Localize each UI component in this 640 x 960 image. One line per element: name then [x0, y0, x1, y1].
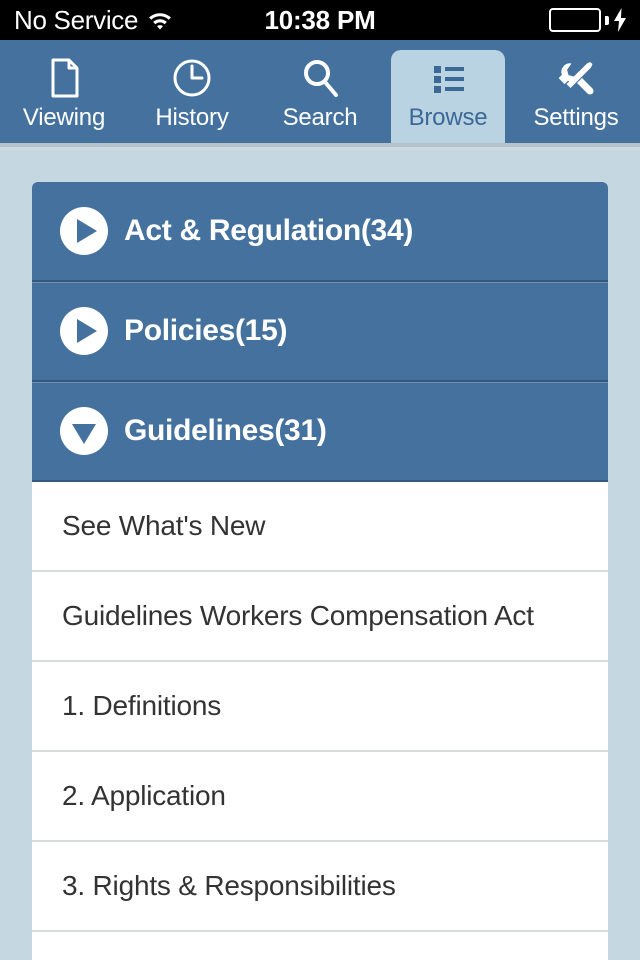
clock-icon: [168, 54, 216, 102]
group-title-act-regulation: Act & Regulation(34): [124, 214, 414, 247]
list-item[interactable]: 3. Rights & Responsibilities: [32, 842, 608, 932]
status-bar: No Service 10:38 PM: [0, 0, 640, 40]
status-bar-clock: 10:38 PM: [0, 0, 640, 40]
list-item[interactable]: Guidelines Workers Compensation Act: [32, 572, 608, 662]
tab-viewing[interactable]: Viewing: [0, 40, 128, 143]
magnifier-icon: [296, 54, 344, 102]
list-item-partial[interactable]: [32, 932, 608, 960]
tab-label-browse: Browse: [408, 104, 488, 131]
tab-search[interactable]: Search: [256, 40, 384, 143]
tab-label-viewing: Viewing: [22, 104, 106, 131]
browse-card: Act & Regulation(34) Policies(15) Guidel…: [32, 182, 608, 960]
tools-icon: [552, 54, 600, 102]
list-item[interactable]: See What's New: [32, 482, 608, 572]
tab-history[interactable]: History: [128, 40, 256, 143]
tab-label-history: History: [155, 104, 229, 131]
tab-label-settings: Settings: [533, 104, 619, 131]
tab-label-search: Search: [282, 104, 358, 131]
list-item[interactable]: 2. Application: [32, 752, 608, 842]
app-root: No Service 10:38 PM Viewing History Sear…: [0, 0, 640, 960]
clock-label: 10:38 PM: [264, 4, 376, 35]
battery-full-icon: [549, 8, 601, 32]
group-header-act-regulation[interactable]: Act & Regulation(34): [32, 182, 608, 282]
document-icon: [40, 54, 88, 102]
tab-bar: Viewing History Search Browse Settings: [0, 40, 640, 143]
lightning-bolt-icon: [612, 8, 628, 32]
group-header-policies[interactable]: Policies(15): [32, 282, 608, 382]
list-icon: [424, 54, 472, 102]
triangle-down-icon: [60, 407, 108, 455]
status-bar-right: [549, 0, 628, 40]
play-triangle-right-icon: [60, 307, 108, 355]
group-title-guidelines: Guidelines(31): [124, 414, 327, 447]
guidelines-list: See What's New Guidelines Workers Compen…: [32, 482, 608, 960]
browse-content: Act & Regulation(34) Policies(15) Guidel…: [0, 150, 640, 960]
play-triangle-right-icon: [60, 207, 108, 255]
group-title-policies: Policies(15): [124, 314, 288, 347]
tab-browse[interactable]: Browse: [384, 40, 512, 143]
list-item[interactable]: 1. Definitions: [32, 662, 608, 752]
tab-settings[interactable]: Settings: [512, 40, 640, 143]
group-header-guidelines[interactable]: Guidelines(31): [32, 382, 608, 482]
battery-nub: [605, 15, 609, 25]
